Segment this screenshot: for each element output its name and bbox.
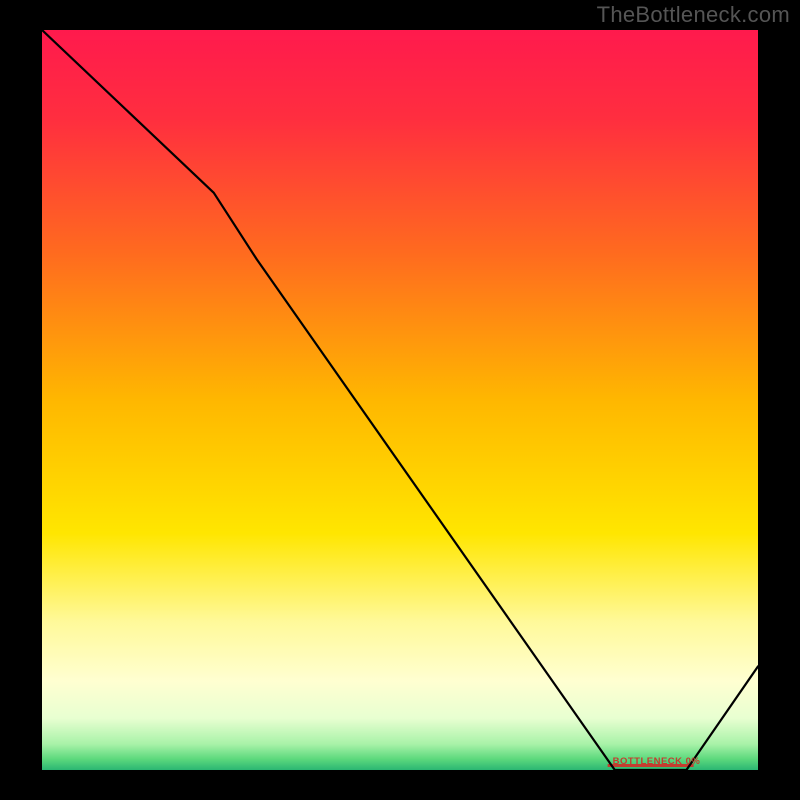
chart-frame: TheBottleneck.com BOTTLENECK 0% xyxy=(0,0,800,800)
baseline-label: BOTTLENECK 0% xyxy=(613,756,701,767)
gradient-background xyxy=(42,30,758,770)
chart-svg xyxy=(42,30,758,770)
y-axis xyxy=(42,30,43,770)
x-axis xyxy=(42,770,758,771)
watermark-text: TheBottleneck.com xyxy=(597,2,790,28)
plot-area xyxy=(42,30,758,770)
